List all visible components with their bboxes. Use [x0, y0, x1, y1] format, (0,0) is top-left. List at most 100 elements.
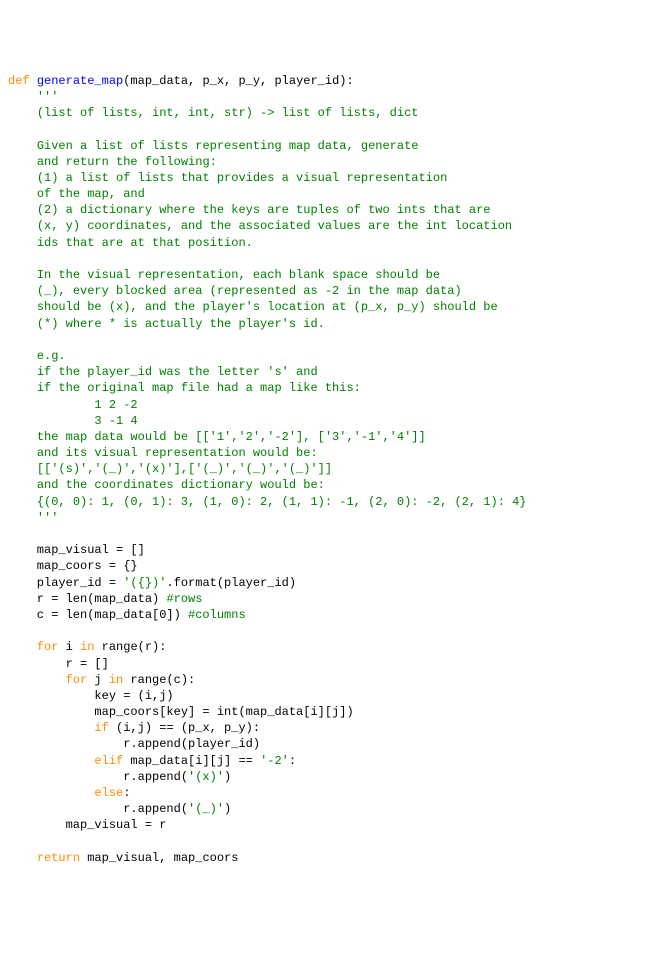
code-token: ) — [224, 770, 231, 784]
code-line: map_coors[key] = int(map_data[i][j]) — [8, 704, 658, 720]
code-line: map_visual = r — [8, 817, 658, 833]
code-token: map_visual, map_coors — [80, 851, 238, 865]
code-line: {(0, 0): 1, (0, 1): 3, (1, 0): 2, (1, 1)… — [8, 494, 658, 510]
code-token: ids that are at that position. — [37, 236, 253, 250]
code-token: range(r): — [94, 640, 166, 654]
code-token: map_coors = {} — [8, 559, 138, 573]
code-line: In the visual representation, each blank… — [8, 267, 658, 283]
code-token: (list of lists, int, int, str) -> list o… — [37, 106, 419, 120]
code-line: and its visual representation would be: — [8, 445, 658, 461]
code-line: 3 -1 4 — [8, 413, 658, 429]
code-line: (_), every blocked area (represented as … — [8, 283, 658, 299]
code-token: def — [8, 74, 37, 88]
code-token — [8, 268, 37, 282]
code-token: player_id = — [8, 576, 123, 590]
code-line — [8, 526, 658, 542]
code-token: : — [123, 786, 130, 800]
code-token — [8, 640, 37, 654]
code-line: ids that are at that position. — [8, 235, 658, 251]
code-line: the map data would be [['1','2','-2'], [… — [8, 429, 658, 445]
code-token: i — [58, 640, 80, 654]
code-token — [8, 284, 37, 298]
code-token — [8, 786, 94, 800]
code-block: def generate_map(map_data, p_x, p_y, pla… — [8, 73, 658, 866]
code-line: return map_visual, map_coors — [8, 850, 658, 866]
code-token — [8, 511, 37, 525]
code-line: r = len(map_data) #rows — [8, 591, 658, 607]
code-line: of the map, and — [8, 186, 658, 202]
code-token: if the player_id was the letter 's' and — [37, 365, 318, 379]
code-token: map_coors[key] = int(map_data[i][j]) — [8, 705, 354, 719]
code-token: '(x)' — [188, 770, 224, 784]
code-token: should be (x), and the player's location… — [37, 300, 498, 314]
code-token: 3 -1 4 — [37, 414, 138, 428]
code-token: ''' — [37, 90, 59, 104]
code-line: r.append(player_id) — [8, 736, 658, 752]
code-line: (2) a dictionary where the keys are tupl… — [8, 202, 658, 218]
code-token — [8, 171, 37, 185]
code-token: '({})' — [123, 576, 166, 590]
code-line: if the original map file had a map like … — [8, 380, 658, 396]
code-line: Given a list of lists representing map d… — [8, 138, 658, 154]
code-line: def generate_map(map_data, p_x, p_y, pla… — [8, 73, 658, 89]
code-token: map_visual = r — [8, 818, 166, 832]
code-token: elif — [94, 754, 123, 768]
code-line — [8, 332, 658, 348]
code-token: (i,j) == (p_x, p_y): — [109, 721, 260, 735]
code-line: r.append('(x)') — [8, 769, 658, 785]
code-line: elif map_data[i][j] == '-2': — [8, 753, 658, 769]
code-line: (1) a list of lists that provides a visu… — [8, 170, 658, 186]
code-line — [8, 251, 658, 267]
code-token: j — [87, 673, 109, 687]
code-token: Given a list of lists representing map d… — [37, 139, 419, 153]
code-token — [8, 317, 37, 331]
code-token — [8, 90, 37, 104]
code-token — [8, 754, 94, 768]
code-line — [8, 834, 658, 850]
code-line: player_id = '({})'.format(player_id) — [8, 575, 658, 591]
code-token: #columns — [188, 608, 246, 622]
code-token: (1) a list of lists that provides a visu… — [37, 171, 447, 185]
code-token: (2) a dictionary where the keys are tupl… — [37, 203, 491, 217]
code-token: 1 2 -2 — [37, 398, 138, 412]
code-token — [8, 462, 37, 476]
code-token: return — [37, 851, 80, 865]
code-line: for j in range(c): — [8, 672, 658, 688]
code-token: In the visual representation, each blank… — [37, 268, 440, 282]
code-token: ) — [224, 802, 231, 816]
code-token: .format(player_id) — [166, 576, 296, 590]
code-line: e.g. — [8, 348, 658, 364]
code-token — [8, 106, 37, 120]
code-line: (x, y) coordinates, and the associated v… — [8, 218, 658, 234]
code-token: map_data[i][j] == — [123, 754, 260, 768]
code-line: should be (x), and the player's location… — [8, 299, 658, 315]
code-token: #rows — [166, 592, 202, 606]
code-line: 1 2 -2 — [8, 397, 658, 413]
code-line: map_coors = {} — [8, 558, 658, 574]
code-token — [8, 381, 37, 395]
code-token: (x, y) coordinates, and the associated v… — [37, 219, 512, 233]
code-token: key = (i,j) — [8, 689, 174, 703]
code-token: (map_data, p_x, p_y, player_id): — [123, 74, 353, 88]
code-token — [8, 414, 37, 428]
code-line: r.append('(_)') — [8, 801, 658, 817]
code-token: '-2' — [260, 754, 289, 768]
code-token — [8, 721, 94, 735]
code-token — [8, 365, 37, 379]
code-token — [8, 673, 66, 687]
code-token: and the coordinates dictionary would be: — [37, 478, 325, 492]
code-token: (_), every blocked area (represented as … — [37, 284, 462, 298]
code-line: and the coordinates dictionary would be: — [8, 477, 658, 493]
code-token: e.g. — [37, 349, 66, 363]
code-token: the map data would be [['1','2','-2'], [… — [37, 430, 426, 444]
code-token — [8, 430, 37, 444]
code-token: r = [] — [8, 657, 109, 671]
code-token: r.append( — [8, 802, 188, 816]
code-line: (list of lists, int, int, str) -> list o… — [8, 105, 658, 121]
code-token — [8, 139, 37, 153]
code-token — [8, 187, 37, 201]
code-token: for — [37, 640, 59, 654]
code-token: [['(s)','(_)','(x)'],['(_)','(_)','(_)']… — [37, 462, 332, 476]
code-line — [8, 623, 658, 639]
code-token — [8, 446, 37, 460]
